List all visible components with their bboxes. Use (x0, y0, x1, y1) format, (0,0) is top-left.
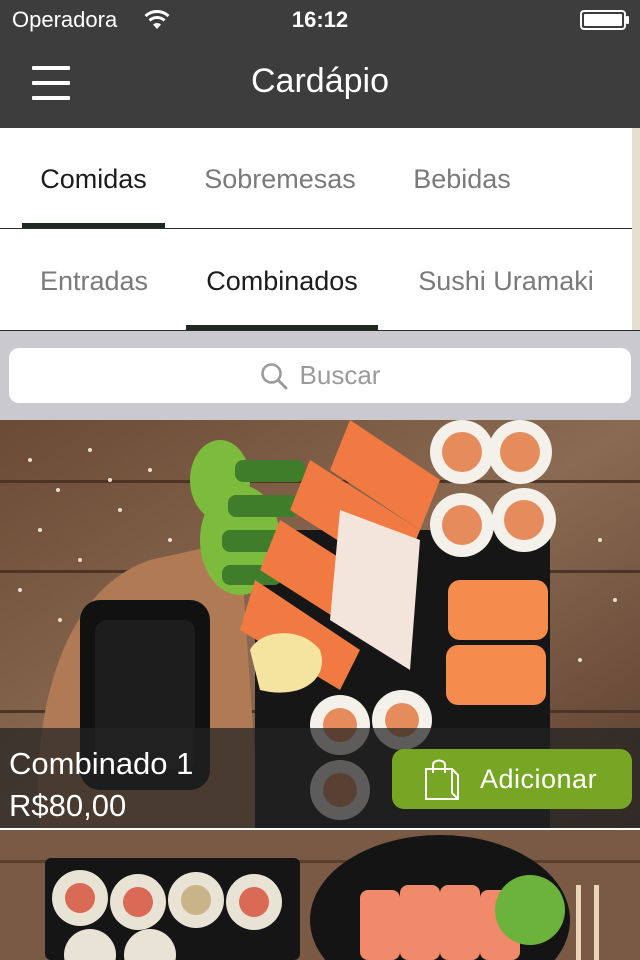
tab-bebidas[interactable]: Bebidas (394, 128, 530, 228)
tab-entradas[interactable]: Entradas (22, 230, 166, 330)
sushi-plate-photo (0, 830, 640, 960)
add-button-label: Adicionar (480, 764, 598, 794)
search-input[interactable]: Buscar (9, 348, 631, 403)
product-card[interactable] (0, 830, 640, 960)
category-tabs: Comidas Sobremesas Bebidas (0, 128, 640, 229)
navigation-bar: Cardápio (0, 40, 640, 128)
tab-sushi-uramaki[interactable]: Sushi Uramaki (400, 230, 612, 330)
product-info-overlay: Combinado 1 R$80,00 Adicionar (0, 728, 640, 828)
tab-comidas[interactable]: Comidas (22, 128, 165, 228)
subcategory-tabs: Entradas Combinados Sushi Uramaki (0, 230, 640, 331)
tab-combinados[interactable]: Combinados (186, 230, 378, 330)
clock: 16:12 (291, 7, 349, 32)
shopping-bag-icon (425, 759, 459, 800)
magnifier-icon (260, 362, 287, 389)
status-bar: Operadora 16:12 (0, 0, 640, 40)
tabs-scrollbar[interactable] (632, 128, 640, 330)
add-to-cart-button[interactable]: Adicionar (392, 749, 632, 809)
tab-sobremesas[interactable]: Sobremesas (188, 128, 372, 228)
battery-icon (580, 10, 629, 30)
product-name: Combinado 1 (9, 746, 194, 781)
product-price: R$80,00 (9, 788, 127, 823)
page-title: Cardápio (251, 62, 389, 100)
product-card[interactable]: Combinado 1 R$80,00 Adicionar (0, 420, 640, 828)
search-placeholder: Buscar (299, 360, 381, 390)
search-bar: Buscar (0, 331, 640, 420)
